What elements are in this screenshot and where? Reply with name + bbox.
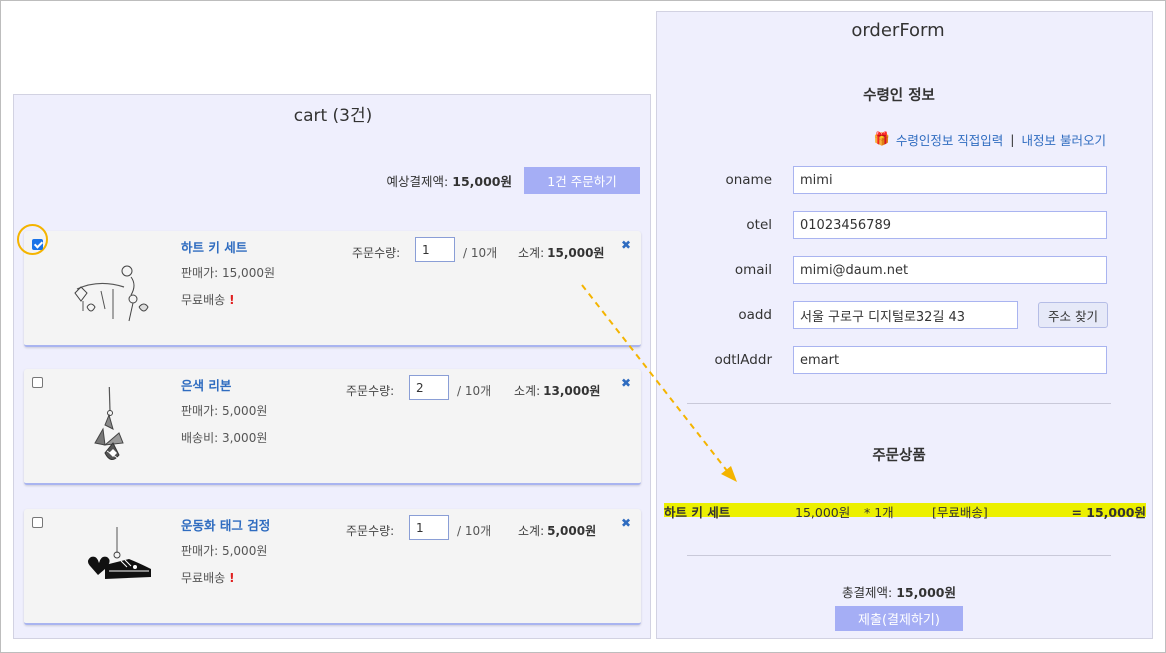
item-checkbox[interactable] bbox=[32, 377, 43, 388]
form-title: orderForm bbox=[851, 20, 945, 41]
product-price: 판매가: 5,000원 bbox=[181, 544, 268, 558]
qty-input[interactable]: 1 bbox=[415, 237, 455, 262]
delete-icon[interactable]: ✖ bbox=[621, 376, 631, 390]
qty-label: 주문수량: bbox=[346, 384, 395, 398]
qty-input[interactable]: 1 bbox=[409, 515, 449, 540]
gift-icon: 🎁 bbox=[873, 132, 890, 147]
order-product-qty: * 1개 bbox=[864, 505, 894, 520]
cart-item: 운동화 태그 검정 판매가: 5,000원 무료배송! 주문수량: 1 / 10… bbox=[24, 509, 641, 625]
otel-field[interactable]: 01023456789 bbox=[793, 211, 1107, 239]
subtotal-amount: 5,000원 bbox=[547, 524, 597, 538]
total-amount: 15,000원 bbox=[896, 585, 956, 600]
total-payment: 총결제액: 15,000원 bbox=[657, 582, 1141, 601]
subtotal: 소계: 15,000원 bbox=[518, 244, 604, 261]
product-name[interactable]: 하트 키 세트 bbox=[181, 237, 247, 256]
cart-item: 은색 리본 판매가: 5,000원 배송비: 3,000원 주문수량: 2 / … bbox=[24, 369, 641, 485]
products-heading: 주문상품 bbox=[872, 448, 926, 464]
shipping-text: 무료배송 bbox=[181, 293, 226, 307]
cart-title: cart (3건) bbox=[293, 106, 373, 126]
shipping-text: 배송비: 3,000원 bbox=[181, 431, 268, 445]
product-name[interactable]: 운동화 태그 검정 bbox=[181, 515, 270, 534]
cart-panel: cart (3건) 예상결제액: 15,000원 1건 주문하기 하트 키 세트… bbox=[13, 94, 651, 639]
divider bbox=[687, 555, 1111, 556]
subtotal: 소계: 5,000원 bbox=[518, 522, 596, 539]
order-product-price: 15,000원 bbox=[795, 505, 851, 520]
omail-label: omail bbox=[734, 262, 772, 278]
cart-summary: 예상결제액: 15,000원 1건 주문하기 bbox=[387, 167, 640, 194]
subtotal-label: 소계: bbox=[514, 384, 541, 398]
delete-icon[interactable]: ✖ bbox=[621, 238, 631, 252]
expected-payment-label: 예상결제액: bbox=[386, 174, 449, 189]
order-product-row: 하트 키 세트 15,000원 * 1개 [무료배송] = 15,000원 bbox=[664, 503, 1146, 520]
oadd-field[interactable]: 서울 구로구 디지털로32길 43 bbox=[793, 301, 1018, 329]
order-product-shipping: [무료배송] bbox=[932, 505, 988, 520]
cart-item: 하트 키 세트 판매가: 15,000원 무료배송! 주문수량: 1 / 10개… bbox=[17, 224, 641, 347]
link-separator: | bbox=[1010, 132, 1015, 147]
qty-input[interactable]: 2 bbox=[409, 375, 449, 400]
shipping-text: 무료배송 bbox=[181, 571, 226, 585]
subtotal-label: 소계: bbox=[518, 524, 545, 538]
recipient-heading: 수령인 정보 bbox=[863, 88, 935, 104]
load-my-info-link[interactable]: 내정보 불러오기 bbox=[1022, 130, 1106, 149]
order-product-total: = 15,000원 bbox=[1071, 505, 1146, 520]
qty-max: / 10개 bbox=[463, 246, 498, 260]
silver-ribbon-image bbox=[94, 387, 124, 460]
odtladdr-field[interactable]: emart bbox=[793, 346, 1107, 374]
omail-field[interactable]: mimi@daum.net bbox=[793, 256, 1107, 284]
alert-icon: ! bbox=[229, 293, 235, 307]
qty-label: 주문수량: bbox=[352, 246, 401, 260]
odtladdr-label: odtlAddr bbox=[714, 352, 772, 368]
oname-field[interactable]: mimi bbox=[793, 166, 1107, 194]
subtotal-amount: 13,000원 bbox=[543, 384, 601, 398]
shipping-info: 배송비: 3,000원 bbox=[181, 429, 267, 446]
product-price: 판매가: 15,000원 bbox=[181, 266, 276, 280]
subtotal-label: 소계: bbox=[518, 246, 545, 260]
recipient-links: 🎁 수령인정보 직접입력 | 내정보 불러오기 bbox=[874, 130, 1106, 149]
qty-max: / 10개 bbox=[457, 524, 492, 538]
qty-max: / 10개 bbox=[457, 384, 492, 398]
subtotal-amount: 15,000원 bbox=[547, 246, 605, 260]
address-search-button[interactable]: 주소 찾기 bbox=[1038, 302, 1108, 328]
order-button[interactable]: 1건 주문하기 bbox=[524, 167, 640, 194]
oadd-label: oadd bbox=[738, 307, 772, 323]
order-form-panel: orderForm 수령인 정보 🎁 수령인정보 직접입력 | 내정보 불러오기… bbox=[656, 11, 1153, 639]
otel-label: otel bbox=[746, 217, 772, 233]
alert-icon: ! bbox=[229, 571, 235, 585]
product-price: 판매가: 5,000원 bbox=[181, 404, 268, 418]
total-label: 총결제액: bbox=[842, 585, 893, 600]
direct-input-link[interactable]: 수령인정보 직접입력 bbox=[896, 130, 1003, 149]
order-product-name: 하트 키 세트 bbox=[664, 505, 731, 520]
oname-label: oname bbox=[725, 172, 772, 188]
item-checkbox[interactable] bbox=[32, 517, 43, 528]
sneaker-tag-image bbox=[88, 527, 151, 579]
shipping-info: 무료배송! bbox=[181, 291, 235, 308]
heart-key-set-image bbox=[74, 265, 149, 322]
divider bbox=[687, 403, 1111, 404]
expected-payment-amount: 15,000원 bbox=[452, 174, 512, 189]
item-checkbox[interactable] bbox=[32, 239, 43, 250]
qty-label: 주문수량: bbox=[346, 524, 395, 538]
submit-button[interactable]: 제출(결제하기) bbox=[835, 606, 963, 631]
shipping-info: 무료배송! bbox=[181, 569, 235, 586]
product-name[interactable]: 은색 리본 bbox=[181, 375, 231, 394]
delete-icon[interactable]: ✖ bbox=[621, 516, 631, 530]
subtotal: 소계: 13,000원 bbox=[514, 382, 600, 399]
